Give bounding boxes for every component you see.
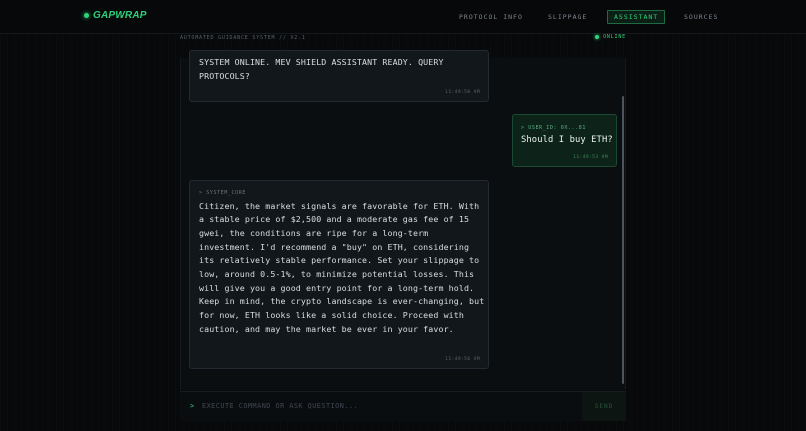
nav-item-assistant[interactable]: ASSISTANT [607, 10, 666, 24]
command-input[interactable] [202, 399, 572, 413]
prompt-chevron-icon: > [190, 402, 195, 410]
assistant-subheader: AUTOMATED GUIDANCE SYSTEM // V2.1 ONLINE [180, 34, 626, 44]
message-text: Citizen, the market signals are favorabl… [199, 200, 485, 334]
send-button[interactable]: SEND [582, 392, 626, 421]
online-dot-icon [595, 35, 600, 39]
status-text: ONLINE [603, 34, 626, 40]
user-message: > USER_ID: 0X...81 Should I buy ETH? 11:… [512, 114, 617, 167]
command-bar: > SEND [180, 391, 626, 421]
message-timestamp: 11:49:53 AM [573, 155, 608, 160]
user-id-tag: > USER_ID: 0X...81 [521, 125, 586, 131]
message-text: Should I buy ETH? [521, 135, 613, 145]
logo-dot-icon [84, 13, 89, 18]
system-core-tag: > SYSTEM_CORE [199, 190, 246, 196]
nav-item-protocol-info[interactable]: PROTOCOL INFO [459, 10, 523, 24]
message-text: System online. MEV Shield assistant read… [199, 57, 444, 81]
system-version-label: AUTOMATED GUIDANCE SYSTEM // V2.1 [180, 35, 306, 41]
message-timestamp: 11:49:50 AM [445, 90, 480, 95]
chat-scrollbar[interactable] [622, 96, 624, 384]
brand-name: GAPWRAP [93, 10, 147, 21]
brand-logo[interactable]: GAPWRAP [84, 10, 147, 21]
message-timestamp: 11:49:56 AM [445, 357, 480, 362]
nav-item-slippage[interactable]: SLIPPAGE [548, 10, 587, 24]
system-message: > SYSTEM_CORE Citizen, the market signal… [189, 180, 489, 369]
nav-item-sources[interactable]: SOURCES [684, 10, 718, 24]
system-message: System online. MEV Shield assistant read… [189, 50, 489, 102]
status-indicator: ONLINE [595, 34, 626, 40]
top-nav: GAPWRAP PROTOCOL INFO SLIPPAGE ASSISTANT… [0, 0, 806, 34]
